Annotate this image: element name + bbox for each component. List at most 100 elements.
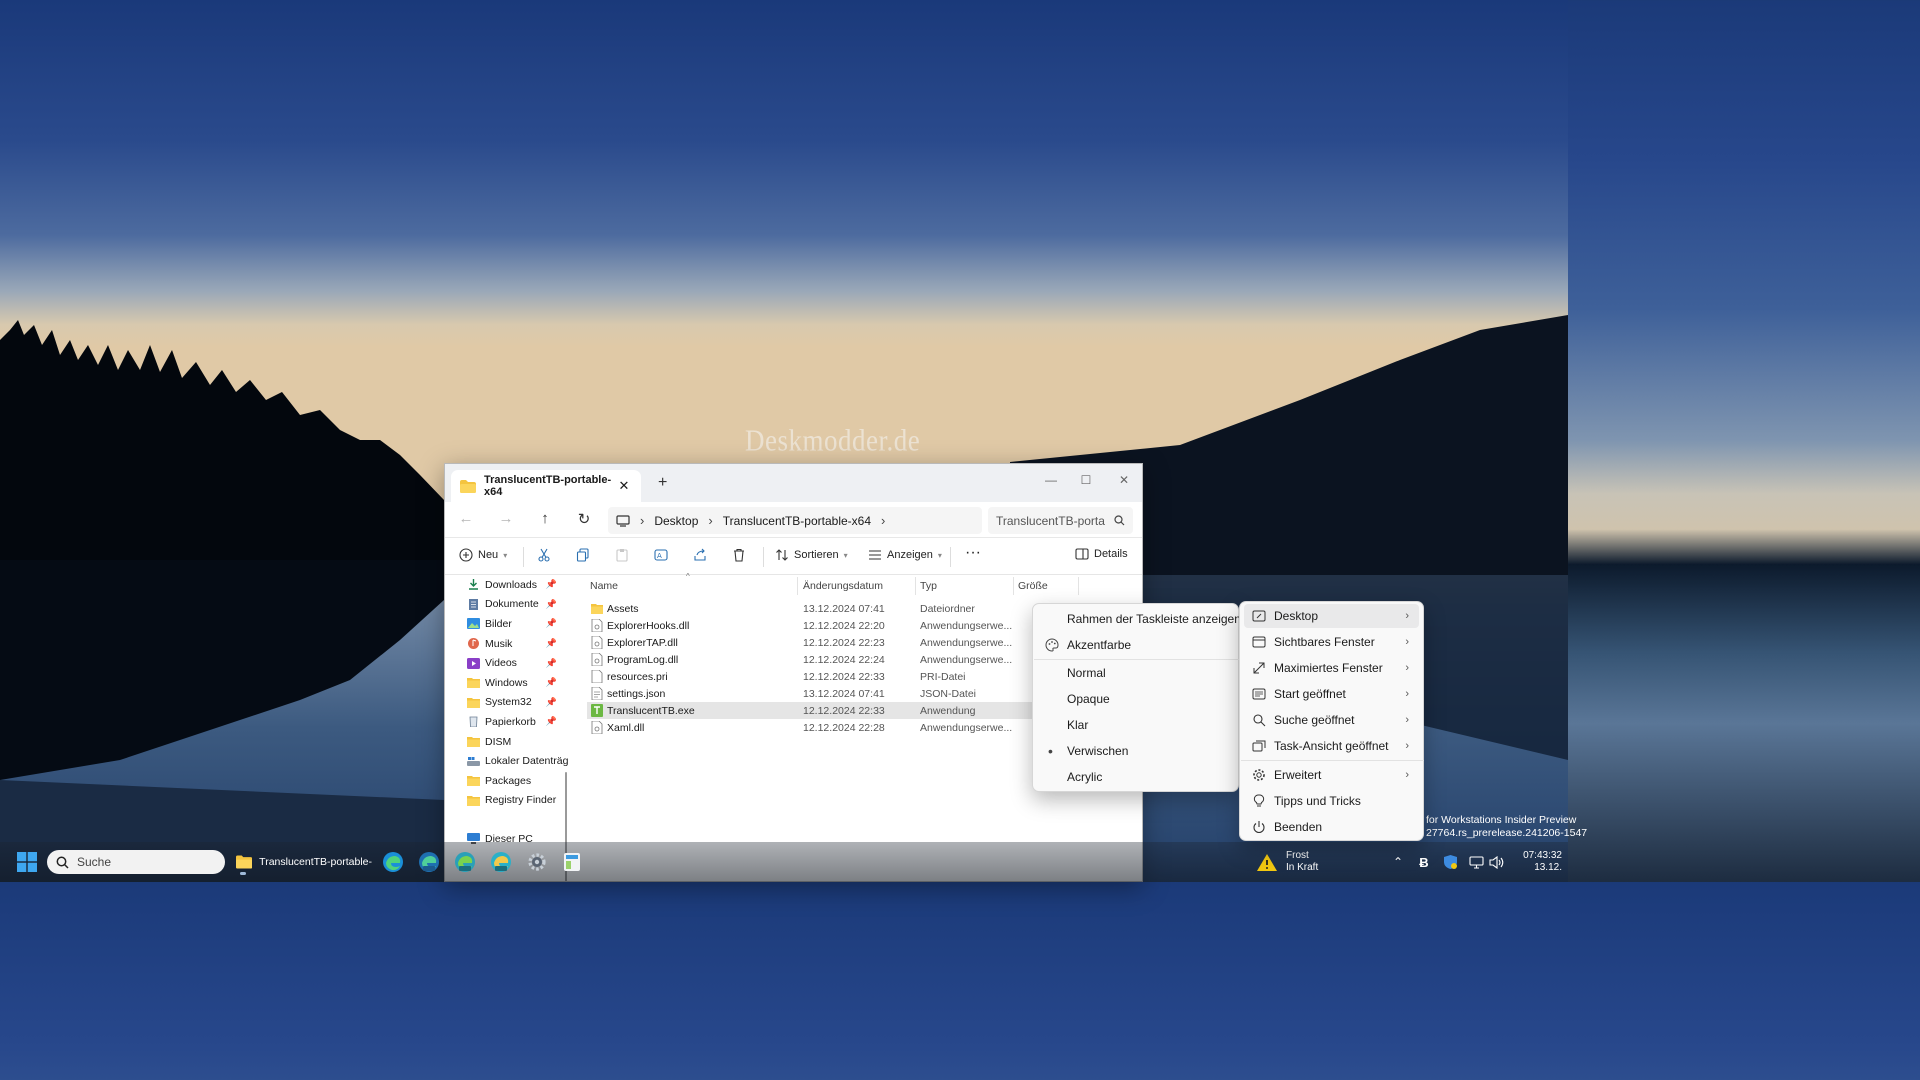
menu-item-normal[interactable]: Normal (1037, 661, 1234, 685)
nav-item-dism[interactable]: DISM (445, 732, 569, 752)
nav-item-documents[interactable]: Dokumente 📌 (445, 595, 569, 615)
refresh-icon[interactable]: ↻ (573, 510, 595, 528)
edge-icon[interactable] (380, 847, 406, 877)
menu-item-task-view-open[interactable]: Task-Ansicht geöffnet › (1244, 734, 1419, 758)
search-icon (56, 856, 69, 869)
table-row[interactable]: ProgramLog.dll 12.12.2024 22:24 Anwendun… (587, 651, 1057, 668)
translucenttb-taskbar-icon[interactable] (559, 847, 585, 877)
start-button[interactable] (12, 847, 42, 877)
edge-canary-icon[interactable] (488, 847, 514, 877)
minimize-button[interactable]: — (1032, 468, 1070, 492)
breadcrumb[interactable]: › Desktop › TranslucentTB-portable-x64 › (608, 507, 982, 534)
defender-shield-icon[interactable] (1440, 847, 1460, 877)
volume-icon[interactable] (1487, 847, 1507, 877)
music-icon (468, 638, 479, 650)
weather-subtitle: In Kraft (1286, 862, 1319, 873)
nav-item-downloads[interactable]: Downloads 📌 (445, 575, 569, 595)
table-row[interactable]: settings.json 13.12.2024 07:41 JSON-Date… (587, 685, 1057, 702)
table-row[interactable]: Assets 13.12.2024 07:41 Dateiordner (587, 600, 1057, 617)
nav-item-packages[interactable]: Packages (445, 771, 569, 791)
share-button[interactable] (693, 548, 712, 562)
column-header-name[interactable]: Name (590, 580, 618, 592)
nav-label: Videos (485, 657, 517, 670)
more-options-icon[interactable]: ··· (965, 544, 981, 562)
nav-item-windows[interactable]: Windows 📌 (445, 673, 569, 693)
nav-item-system32[interactable]: System32 📌 (445, 693, 569, 713)
menu-item-advanced[interactable]: Erweitert › (1244, 763, 1419, 787)
back-arrow-icon[interactable]: ← (455, 510, 477, 527)
settings-gear-icon[interactable] (524, 847, 550, 877)
view-button[interactable]: Anzeigen ▾ (868, 548, 942, 562)
menu-item-tips-and-tricks[interactable]: Tipps und Tricks (1244, 789, 1419, 813)
translucenttb-tray-icon[interactable]: Ƀ (1415, 847, 1433, 877)
table-row[interactable]: resources.pri 12.12.2024 22:33 PRI-Datei (587, 668, 1057, 685)
maximize-button[interactable]: ☐ (1067, 468, 1105, 492)
build-watermark: for Workstations Insider Preview 27764.r… (1426, 814, 1587, 840)
menu-item-search-open[interactable]: Suche geöffnet › (1244, 708, 1419, 732)
file-date: 12.12.2024 22:23 (803, 636, 885, 649)
table-row[interactable]: ExplorerTAP.dll 12.12.2024 22:23 Anwendu… (587, 634, 1057, 651)
menu-item-show-taskbar-border[interactable]: Rahmen der Taskleiste anzeigen (1037, 607, 1241, 631)
chevron-up-icon[interactable]: ⌃ (1389, 847, 1407, 877)
weather-widget[interactable]: Frost In Kraft (1256, 847, 1366, 877)
table-row[interactable]: Xaml.dll 12.12.2024 22:28 Anwendungserwe… (587, 719, 1057, 736)
menu-item-exit[interactable]: Beenden (1244, 815, 1419, 839)
running-indicator (240, 872, 246, 875)
file-name: resources.pri (607, 670, 668, 683)
edge-beta-icon[interactable] (416, 847, 442, 877)
nav-item-recycle-bin[interactable]: Papierkorb 📌 (445, 712, 569, 732)
rename-button[interactable]: A (654, 548, 673, 562)
network-icon[interactable] (1466, 847, 1486, 877)
file-name: ExplorerHooks.dll (607, 619, 690, 632)
search-input[interactable]: TranslucentTB-porta (988, 507, 1133, 534)
file-type: Anwendungserwe... (920, 653, 1013, 666)
menu-item-opaque[interactable]: Opaque (1037, 687, 1234, 711)
menu-item-blur[interactable]: • Verwischen (1037, 739, 1234, 763)
menu-item-start-open[interactable]: Start geöffnet › (1244, 682, 1419, 706)
up-arrow-icon[interactable]: ↑ (534, 510, 556, 527)
chevron-right-icon: › (1405, 740, 1409, 752)
folder-icon (467, 697, 480, 708)
menu-item-desktop[interactable]: Desktop › (1244, 604, 1419, 628)
add-circle-icon (459, 548, 473, 562)
nav-item-registry-finder[interactable]: Registry Finder (445, 791, 569, 811)
start-icon (1252, 688, 1266, 700)
delete-button[interactable] (732, 548, 751, 562)
clock[interactable]: 07:43:32 13.12. (1512, 847, 1562, 877)
sort-button[interactable]: Sortieren ▾ (775, 548, 848, 562)
nav-item-videos[interactable]: Videos 📌 (445, 653, 569, 673)
cut-button[interactable] (537, 548, 556, 562)
column-header-date[interactable]: Änderungsdatum (803, 580, 883, 592)
menu-item-clear[interactable]: Klar (1037, 713, 1234, 737)
taskbar-search-box[interactable]: Suche (47, 850, 225, 874)
menu-item-accent-color[interactable]: Akzentfarbe (1037, 633, 1234, 657)
menu-item-visible-window[interactable]: Sichtbares Fenster › (1244, 630, 1419, 654)
copy-button[interactable] (576, 548, 595, 562)
nav-item-music[interactable]: Musik 📌 (445, 634, 569, 654)
taskbar-explorer-app[interactable]: TranslucentTB-portable- (232, 847, 372, 877)
title-bar: TranslucentTB-portable-x64 ✕ + — ☐ ✕ (445, 464, 1142, 502)
pin-icon: 📌 (545, 657, 557, 668)
breadcrumb-desktop[interactable]: Desktop (654, 514, 698, 528)
details-label: Details (1094, 548, 1128, 560)
table-row-selected[interactable]: TranslucentTB.exe 12.12.2024 22:33 Anwen… (587, 702, 1057, 719)
edge-dev-icon[interactable] (452, 847, 478, 877)
chevron-right-icon[interactable]: › (881, 513, 885, 528)
nav-item-local-drive[interactable]: Lokaler Datenträg (445, 751, 569, 771)
breadcrumb-folder[interactable]: TranslucentTB-portable-x64 (723, 514, 871, 528)
nav-item-pictures[interactable]: Bilder 📌 (445, 614, 569, 634)
tab-translucenttb[interactable]: TranslucentTB-portable-x64 ✕ (451, 470, 641, 502)
close-tab-icon[interactable]: ✕ (615, 478, 633, 494)
paste-button[interactable] (615, 548, 634, 562)
close-window-button[interactable]: ✕ (1105, 468, 1142, 492)
details-button[interactable]: Details (1075, 548, 1128, 560)
table-row[interactable]: ExplorerHooks.dll 12.12.2024 22:20 Anwen… (587, 617, 1057, 634)
menu-item-maximized-window[interactable]: Maximiertes Fenster › (1244, 656, 1419, 680)
menu-item-acrylic[interactable]: Acrylic (1037, 765, 1234, 789)
new-tab-button[interactable]: + (658, 474, 667, 492)
column-header-type[interactable]: Typ (920, 580, 937, 592)
new-button[interactable]: Neu ▾ (459, 548, 507, 562)
menu-item-label: Desktop (1274, 609, 1319, 623)
forward-arrow-icon[interactable]: → (495, 510, 517, 527)
column-header-size[interactable]: Größe (1018, 580, 1048, 592)
